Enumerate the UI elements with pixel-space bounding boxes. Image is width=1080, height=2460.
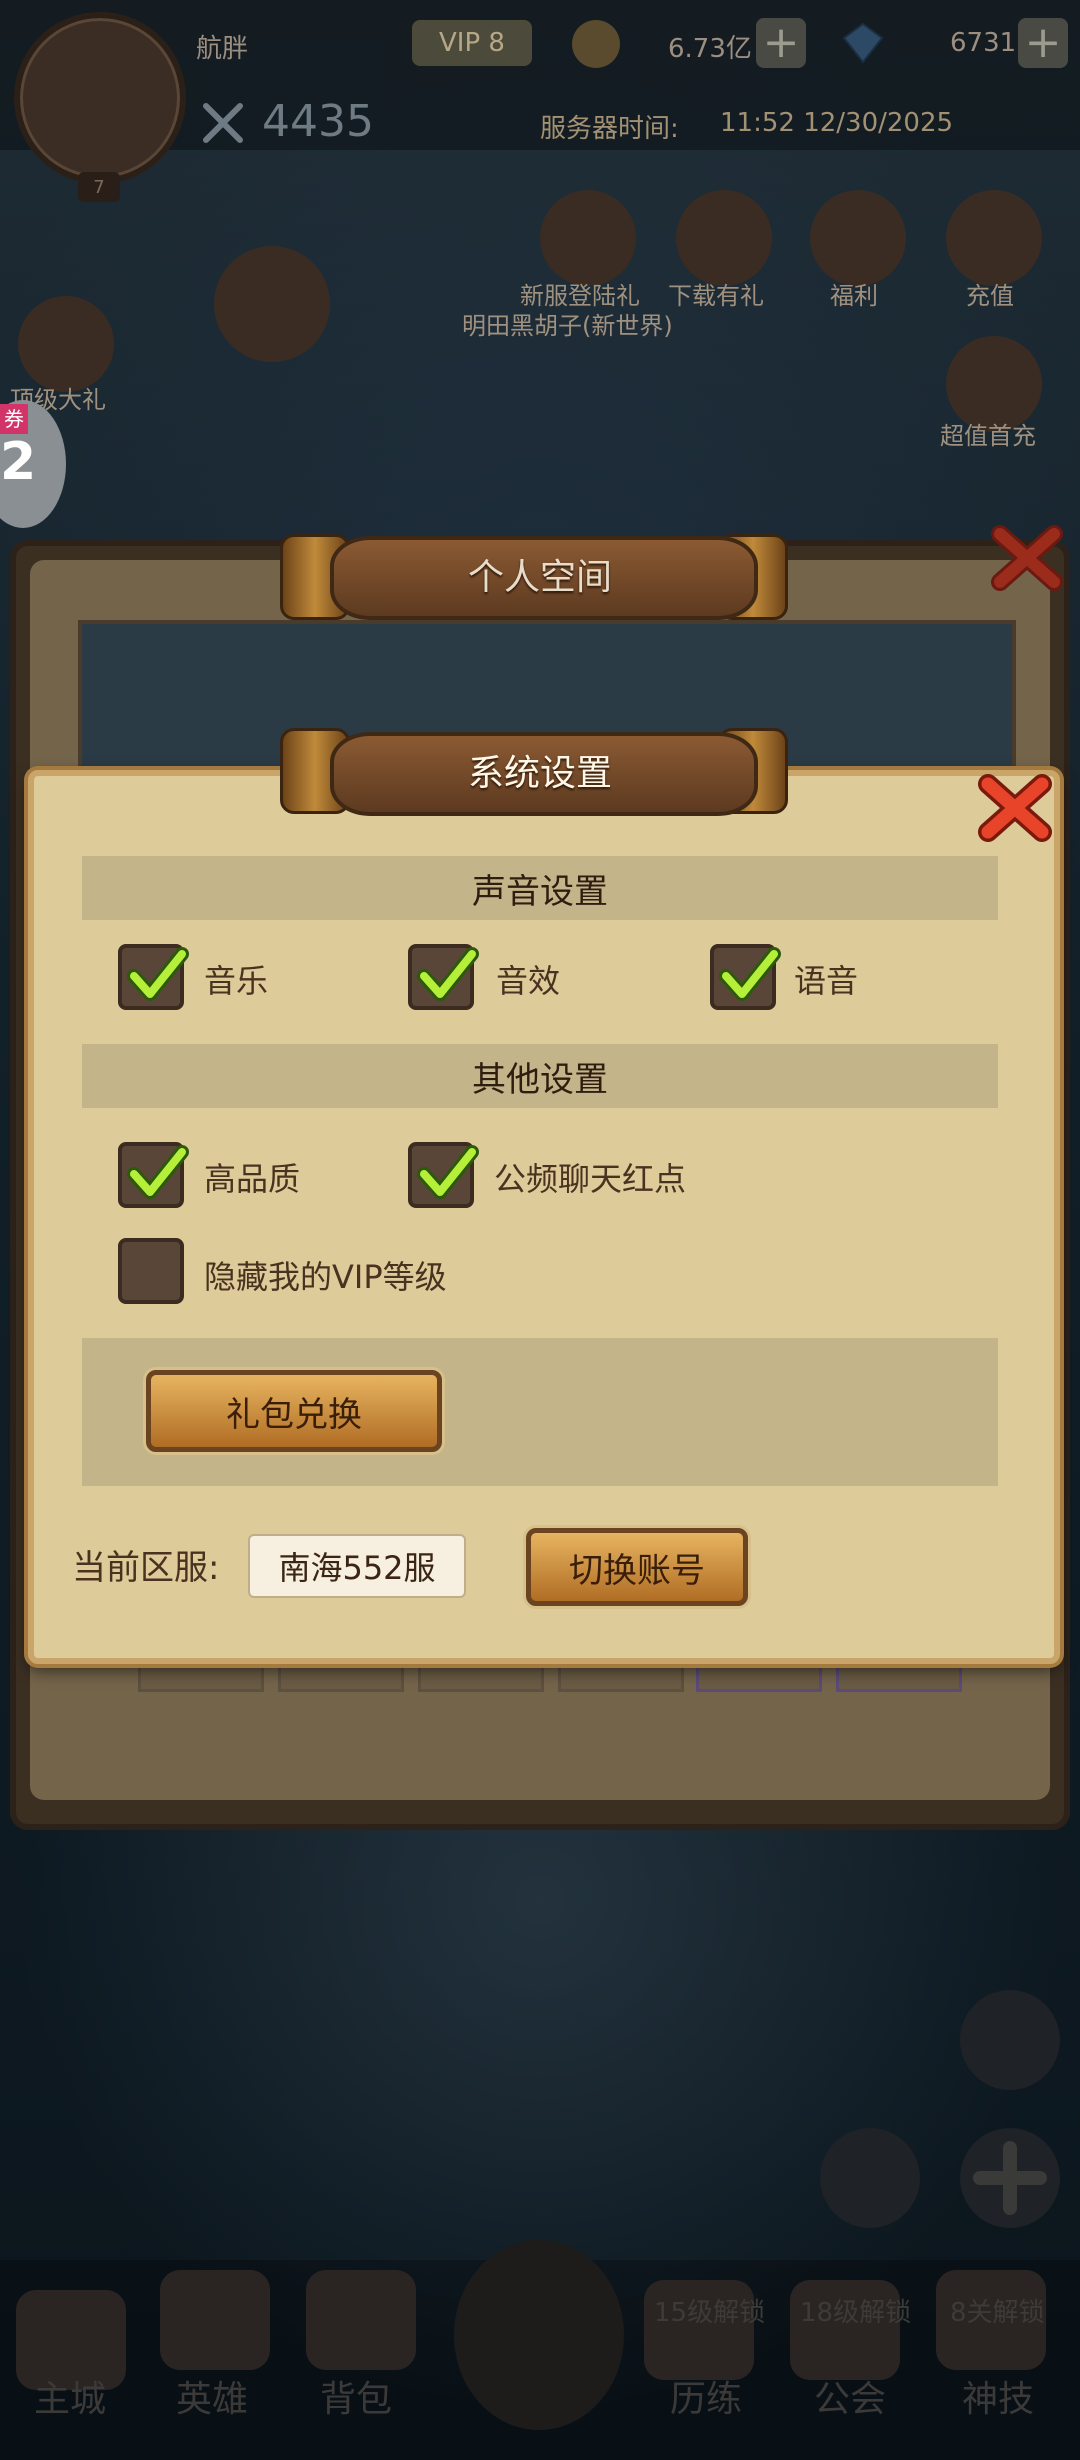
nav-training-lock: 15级解锁	[654, 2298, 766, 2328]
nav-bag[interactable]: 背包	[320, 2370, 392, 2422]
player-level: 7	[78, 172, 120, 202]
current-server-label: 当前区服:	[72, 1548, 220, 1588]
character-portrait[interactable]	[214, 246, 330, 362]
other-settings-title: 其他设置	[472, 1059, 608, 1100]
sound-settings-header: 声音设置	[82, 856, 998, 920]
combat-power: 4435	[262, 96, 374, 147]
gold-amount: 6.73亿	[668, 34, 752, 64]
dialog-title: 系统设置	[467, 753, 612, 794]
side-ship-button[interactable]	[820, 2128, 920, 2228]
nav-training[interactable]: 历练	[670, 2370, 742, 2422]
gold-coin-icon	[572, 20, 620, 68]
vip-badge[interactable]: VIP 8	[412, 20, 532, 66]
nav-main-city[interactable]: 主城	[34, 2370, 106, 2422]
chat-red-dot-checkbox[interactable]	[408, 1142, 479, 1208]
hide-vip-label: 隐藏我的VIP等级	[204, 1258, 447, 1296]
music-label: 音乐	[204, 962, 269, 1000]
voice-checkbox[interactable]	[710, 944, 781, 1010]
check-icon	[127, 947, 189, 1001]
welfare-icon[interactable]	[810, 190, 906, 286]
close-icon[interactable]	[976, 772, 1054, 844]
side-plus-button[interactable]	[960, 2128, 1060, 2228]
coupon-count: 2	[0, 432, 37, 492]
event-subtitle: 明田黑胡子(新世界)	[462, 312, 673, 340]
top-gift-icon[interactable]	[18, 296, 114, 392]
close-personal-space-icon[interactable]	[988, 522, 1066, 594]
player-avatar[interactable]	[14, 12, 186, 184]
check-icon	[417, 1145, 479, 1199]
side-chest-button[interactable]	[960, 1990, 1060, 2090]
music-checkbox[interactable]	[118, 944, 189, 1010]
server-time-label: 服务器时间:	[540, 114, 679, 144]
check-icon	[127, 1145, 189, 1199]
sound-settings-title: 声音设置	[472, 871, 608, 912]
diamond-icon	[840, 20, 886, 66]
nav-heroes[interactable]: 英雄	[176, 2370, 248, 2422]
check-icon	[719, 947, 781, 1001]
check-icon	[417, 947, 479, 1001]
nav-guild-lock: 18级解锁	[800, 2298, 912, 2328]
event-label-download: 下载有礼	[668, 282, 764, 310]
nav-heroes-icon	[160, 2270, 270, 2370]
add-diamond-button[interactable]: +	[1018, 18, 1068, 68]
player-name: 航胖	[196, 34, 249, 64]
other-settings-header: 其他设置	[82, 1044, 998, 1108]
add-gold-button[interactable]: +	[756, 18, 806, 68]
personal-space-title: 个人空间	[467, 557, 612, 598]
download-gift-icon[interactable]	[676, 190, 772, 286]
sound-effects-checkbox[interactable]	[408, 944, 479, 1010]
hide-vip-checkbox[interactable]	[118, 1238, 184, 1304]
event-label-welfare: 福利	[830, 282, 878, 310]
gift-redeem-button[interactable]: 礼包兑换	[146, 1370, 442, 1452]
diamond-amount: 6731	[950, 28, 1017, 58]
event-label-first-recharge: 超值首充	[940, 422, 1036, 450]
switch-account-button[interactable]: 切换账号	[526, 1528, 748, 1606]
voice-label: 语音	[794, 962, 859, 1000]
new-server-gift-icon[interactable]	[540, 190, 636, 286]
sound-effects-label: 音效	[496, 962, 561, 1000]
recharge-icon[interactable]	[946, 190, 1042, 286]
high-quality-checkbox[interactable]	[118, 1142, 189, 1208]
event-label-recharge: 充值	[966, 282, 1014, 310]
coupon-tag: 券	[0, 404, 28, 434]
nav-divine-skill-lock: 8关解锁	[950, 2298, 1045, 2328]
high-quality-label: 高品质	[204, 1160, 301, 1198]
crossed-swords-icon	[198, 98, 248, 148]
nav-bag-icon	[306, 2270, 416, 2370]
plus-icon	[973, 2141, 1047, 2215]
current-server-value: 南海552服	[248, 1534, 466, 1598]
server-time-value: 11:52 12/30/2025	[720, 108, 954, 138]
nav-skull-emblem[interactable]	[454, 2240, 624, 2430]
nav-guild[interactable]: 公会	[814, 2370, 886, 2422]
chat-red-dot-label: 公频聊天红点	[494, 1160, 687, 1198]
nav-divine-skill[interactable]: 神技	[962, 2370, 1034, 2422]
